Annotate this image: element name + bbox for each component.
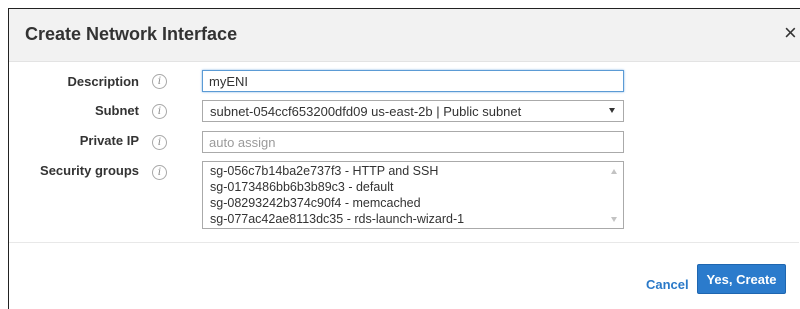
footer-divider (9, 242, 799, 243)
listbox-scrollbar[interactable] (606, 162, 623, 228)
subnet-select[interactable]: subnet-054ccf653200dfd09 us-east-2b | Pu… (202, 100, 624, 122)
description-input[interactable] (202, 70, 624, 92)
security-groups-listbox[interactable]: sg-056c7b14ba2e737f3 - HTTP and SSH sg-0… (202, 161, 624, 229)
private-ip-label: Private IP (79, 133, 139, 148)
private-ip-input[interactable] (202, 131, 624, 153)
list-item[interactable]: sg-077ac42ae8113dc35 - rds-launch-wizard… (210, 212, 464, 226)
info-icon[interactable]: i (152, 135, 167, 150)
list-item[interactable]: sg-056c7b14ba2e737f3 - HTTP and SSH (210, 164, 438, 178)
scroll-up-arrow-icon[interactable] (611, 169, 617, 174)
chevron-down-icon (609, 108, 615, 113)
scroll-down-arrow-icon[interactable] (611, 217, 617, 222)
list-item[interactable]: sg-0173486bb6b3b89c3 - default (210, 180, 393, 194)
security-groups-label: Security groups (40, 163, 139, 178)
info-icon[interactable]: i (152, 165, 167, 180)
yes-create-button[interactable]: Yes, Create (697, 264, 786, 294)
description-label: Description (67, 74, 139, 89)
info-icon[interactable]: i (152, 104, 167, 119)
cancel-button[interactable]: Cancel (646, 277, 689, 292)
close-icon[interactable]: × (784, 22, 797, 44)
create-network-interface-dialog: Create Network Interface × Description i… (8, 8, 800, 309)
subnet-selected-value: subnet-054ccf653200dfd09 us-east-2b | Pu… (210, 104, 522, 119)
dialog-header: Create Network Interface × (9, 9, 800, 62)
info-icon[interactable]: i (152, 74, 167, 89)
list-item[interactable]: sg-08293242b374c90f4 - memcached (210, 196, 421, 210)
dialog-title: Create Network Interface (25, 24, 238, 44)
subnet-label: Subnet (94, 103, 139, 118)
